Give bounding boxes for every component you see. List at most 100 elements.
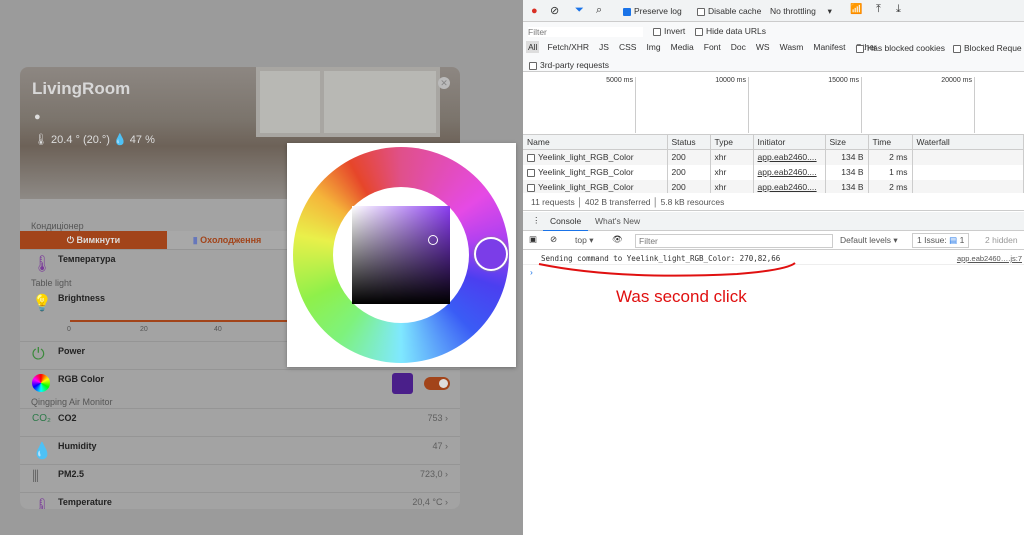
app-overlay[interactable]: LivingRoom ● 🌡 20.4 ° (20.°) 💧 47 % ✕ Ко… bbox=[0, 0, 523, 535]
preserve-log-checkbox[interactable]: Preserve log bbox=[623, 6, 682, 16]
row-pm25[interactable]: ⦀ PM2.5 723,0 › bbox=[20, 464, 460, 492]
type-filter-manifest[interactable]: Manifest bbox=[811, 41, 847, 53]
issues-button[interactable]: 1 Issue: ▤ 1 bbox=[912, 233, 970, 248]
cell-type: xhr bbox=[710, 149, 754, 165]
thermometer-icon: 🌡 bbox=[34, 134, 48, 146]
network-toolbar: ● ⊘ ⏷ ⌕ Preserve log Disable cache No th… bbox=[523, 0, 1024, 22]
ac-mode-button[interactable]: ▮ Охолодження bbox=[167, 231, 287, 249]
filter-icon[interactable]: ⏷ bbox=[575, 4, 584, 17]
cell-initiator[interactable]: app.eab2460.... bbox=[753, 164, 826, 180]
humidity-icon: 💧 bbox=[32, 443, 52, 460]
summary-resources: 5.8 kB resources bbox=[660, 197, 725, 207]
sensor-value: 723,0 bbox=[419, 469, 443, 479]
table-header: Name Status Type Initiator Size Time Wat… bbox=[523, 134, 1024, 150]
type-filter-ws[interactable]: WS bbox=[754, 41, 772, 53]
record-icon[interactable]: ● bbox=[531, 5, 538, 17]
cell-name[interactable]: Yeelink_light_RGB_Color bbox=[523, 164, 668, 180]
color-wheel-icon bbox=[32, 374, 50, 392]
timeline-overview[interactable]: 5000 ms 10000 ms 15000 ms 20000 ms bbox=[523, 73, 1024, 133]
sensor-label: Temperature bbox=[58, 497, 112, 507]
ac-off-label: Вимкнути bbox=[76, 235, 121, 245]
summary-transferred: 402 B transferred bbox=[584, 197, 651, 207]
col-time[interactable]: Time bbox=[868, 134, 913, 150]
hue-handle[interactable] bbox=[474, 237, 508, 271]
col-waterfall[interactable]: Waterfall bbox=[912, 134, 1024, 150]
sidebar-toggle-icon[interactable]: ▣ bbox=[529, 234, 537, 245]
console-filter-input[interactable]: Filter bbox=[635, 234, 833, 248]
type-filter-doc[interactable]: Doc bbox=[729, 41, 748, 53]
cell-status: 200 bbox=[667, 164, 711, 180]
rgb-toggle[interactable] bbox=[424, 377, 450, 390]
row-rgb[interactable]: RGB Color bbox=[20, 369, 460, 397]
color-swatch-button[interactable] bbox=[392, 373, 413, 394]
ac-off-button[interactable]: ⏻ Вимкнути bbox=[20, 231, 167, 249]
type-filter-fetchxhr[interactable]: Fetch/XHR bbox=[545, 41, 591, 53]
col-initiator[interactable]: Initiator bbox=[753, 134, 826, 150]
bulb-icon: 💡 bbox=[32, 295, 52, 312]
row-co2[interactable]: CO₂ CO2 753 › bbox=[20, 408, 460, 436]
has-blocked-cookies-checkbox[interactable]: Has blocked cookies bbox=[856, 43, 945, 53]
power-label: Power bbox=[58, 346, 86, 356]
type-filter-wasm[interactable]: Wasm bbox=[778, 41, 806, 53]
sensor-label: Humidity bbox=[58, 441, 97, 451]
console-toolbar: ▣ ⊘ top ▾ 👁 Filter Default levels ▾ 1 Is… bbox=[523, 231, 1024, 250]
table-row[interactable]: Yeelink_light_RGB_Color 200 xhr app.eab2460… bbox=[523, 164, 1024, 180]
console-source-link[interactable]: app.eab2460….js:7 bbox=[957, 254, 1022, 263]
row-sensor-temperature[interactable]: 🌡 Temperature 20,4 °C › bbox=[20, 492, 460, 509]
eye-icon[interactable]: 👁 bbox=[612, 234, 623, 245]
table-row[interactable]: Yeelink_light_RGB_Color 200 xhr app.eab2460… bbox=[523, 149, 1024, 165]
network-filter-input[interactable]: Filter bbox=[528, 27, 643, 37]
ac-mode-label: Охолодження bbox=[200, 235, 262, 245]
type-filter-all[interactable]: All bbox=[526, 41, 540, 53]
timeline-tick: 10000 ms bbox=[636, 77, 749, 133]
upload-icon[interactable]: ⤒ bbox=[876, 3, 881, 16]
section-air: Qingping Air Monitor bbox=[31, 397, 113, 407]
row-humidity[interactable]: 💧 Humidity 47 › bbox=[20, 436, 460, 464]
hero-stats: 🌡 20.4 ° (20.°) 💧 47 % bbox=[34, 133, 155, 146]
download-icon[interactable]: ⤓ bbox=[896, 3, 901, 16]
type-filter-font[interactable]: Font bbox=[702, 41, 723, 53]
hide-data-urls-checkbox[interactable]: Hide data URLs bbox=[695, 26, 766, 36]
third-party-checkbox[interactable]: 3rd-party requests bbox=[529, 60, 609, 70]
tab-whats-new[interactable]: What's New bbox=[595, 216, 640, 226]
type-filter-css[interactable]: CSS bbox=[617, 41, 638, 53]
log-levels-select[interactable]: Default levels ▾ bbox=[840, 235, 898, 246]
disable-cache-checkbox[interactable]: Disable cache bbox=[697, 6, 761, 16]
col-name[interactable]: Name bbox=[523, 134, 668, 150]
col-type[interactable]: Type bbox=[710, 134, 754, 150]
tab-console[interactable]: Console bbox=[543, 216, 589, 232]
cell-time: 2 ms bbox=[868, 149, 913, 165]
sv-handle[interactable] bbox=[428, 235, 438, 245]
cell-initiator[interactable]: app.eab2460.... bbox=[753, 149, 826, 165]
type-filter-js[interactable]: JS bbox=[597, 41, 611, 53]
clear-icon[interactable]: ⊘ bbox=[550, 4, 559, 17]
type-filter-img[interactable]: Img bbox=[644, 41, 662, 53]
brightness-label: Brightness bbox=[58, 293, 106, 303]
cell-name[interactable]: Yeelink_light_RGB_Color bbox=[523, 149, 668, 165]
handwritten-annotation: Was second click bbox=[616, 287, 747, 306]
cell-size: 134 B bbox=[825, 164, 869, 180]
clear-console-icon[interactable]: ⊘ bbox=[550, 234, 557, 245]
room-title: LivingRoom bbox=[32, 79, 131, 98]
hidden-count: 2 hidden bbox=[985, 235, 1018, 245]
search-icon[interactable]: ⌕ bbox=[596, 4, 602, 17]
context-select[interactable]: top ▾ bbox=[575, 235, 593, 246]
saturation-value-square[interactable] bbox=[352, 206, 450, 304]
temperature-label: Температура bbox=[58, 254, 116, 264]
more-icon[interactable]: ⋮ bbox=[532, 215, 541, 226]
close-icon[interactable]: ✕ bbox=[438, 77, 450, 89]
col-size[interactable]: Size bbox=[825, 134, 869, 150]
type-filter-media[interactable]: Media bbox=[669, 41, 696, 53]
drawer-tabs: ⋮ Console What's New bbox=[523, 212, 1024, 232]
throttling-select[interactable]: No throttling ▾ bbox=[770, 6, 832, 17]
sensor-label: PM2.5 bbox=[58, 469, 85, 479]
col-status[interactable]: Status bbox=[667, 134, 711, 150]
timeline-tick: 20000 ms bbox=[862, 77, 975, 133]
network-conditions-icon[interactable]: 📶 bbox=[850, 4, 862, 15]
invert-checkbox[interactable]: Invert bbox=[653, 26, 685, 36]
tick-label: 20 bbox=[140, 326, 148, 333]
brightness-slider[interactable] bbox=[70, 320, 290, 322]
blocked-requests-checkbox[interactable]: Blocked Reque bbox=[953, 43, 1022, 53]
rgb-label: RGB Color bbox=[58, 374, 104, 384]
console-prompt-icon[interactable]: › bbox=[530, 267, 533, 277]
